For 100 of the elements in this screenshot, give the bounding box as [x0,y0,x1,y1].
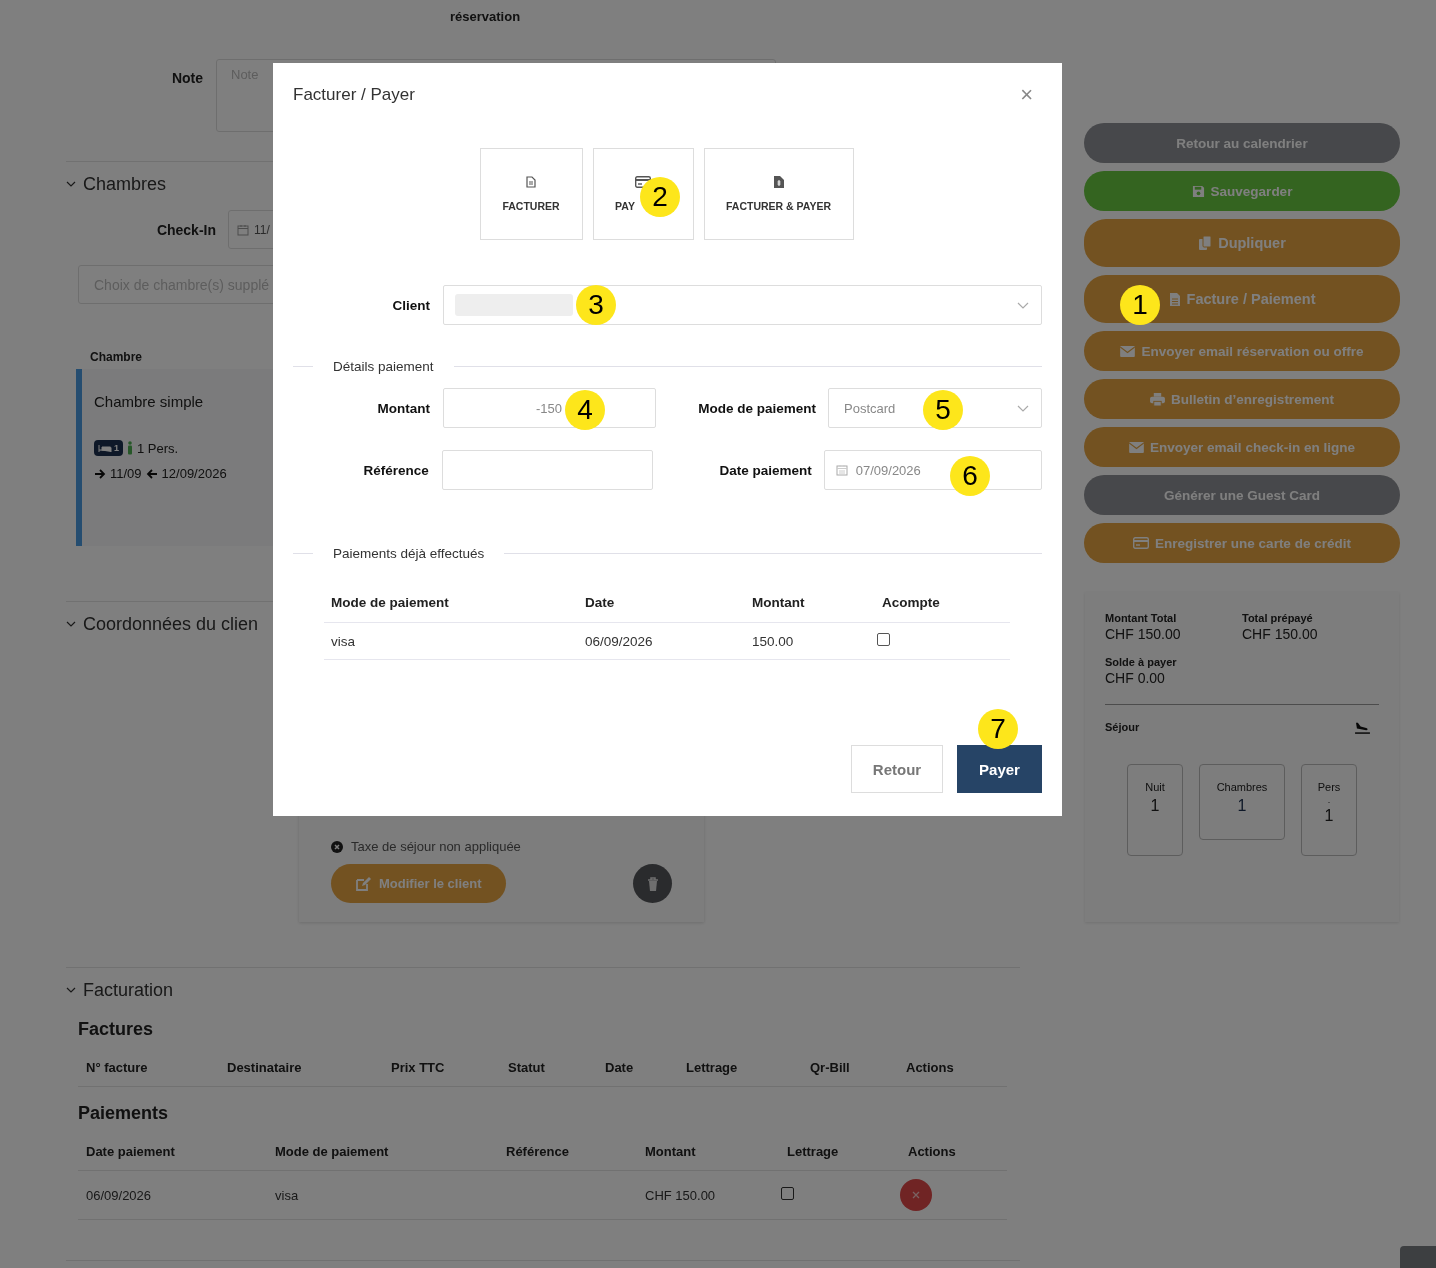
column-header: Chambre [90,350,143,364]
arrival-date: 11/09 [110,466,142,481]
room-name: Chambre simple [94,393,204,410]
stat-label: Chambres [1216,781,1268,793]
column-header: Statut [507,1059,546,1075]
edit-icon [355,875,371,892]
plane-landing-icon [1354,721,1371,734]
section-title: Chambres [83,173,167,195]
cross-circle-icon [331,840,343,853]
column-header: Mode de paiement [330,595,450,610]
mode-option[interactable]: FACTURER [479,148,583,240]
secondary-button[interactable]: Retour [851,745,943,793]
credit-card-icon [1133,537,1150,549]
column-header: Lettrage [685,1059,739,1075]
bed-badge: 1 [94,440,123,456]
stat-value: 1 [1150,797,1160,815]
summary-label: Montant Total [1105,612,1178,624]
table-cell-text: 150.00 [751,633,795,649]
checkbox[interactable] [781,1187,794,1200]
field-label: Montant [376,400,430,416]
stat-value: 1 [1324,807,1334,825]
primary-button[interactable]: Payer [957,745,1042,793]
delete-button[interactable] [900,1179,932,1211]
delete-button[interactable] [633,864,672,903]
column-header: Montant [644,1143,697,1159]
column-header: Qr-Bill [809,1059,851,1075]
column-header: Actions [905,1059,955,1075]
table-cell-text: 06/09/2026 [85,1187,153,1203]
chevron-icon [1017,404,1029,412]
column-header: Date [604,1059,635,1075]
section-title: Facturation [83,979,174,1001]
chevron-icon[interactable] [66,181,76,187]
column-header: Destinataire [226,1059,303,1075]
copy-icon [1198,235,1213,251]
field-label: Mode de paiement [697,400,816,416]
column-header: Lettrage [786,1143,840,1159]
field-label: Référence [362,462,429,478]
section-legend: Détails paiement [333,359,434,374]
chevron-icon [1017,301,1029,309]
edit-client-button[interactable]: Modifier le client [331,864,506,903]
departure-date: 12/09/2026 [161,466,227,481]
column-header: Mode de paiement [274,1143,390,1159]
envelope-icon [1120,345,1136,357]
chevron-icon[interactable] [66,621,76,627]
action-button[interactable]: Sauvegarder [1084,171,1400,211]
subsection-title: Paiements [78,1103,170,1124]
column-header: Référence [505,1143,570,1159]
calendar-icon [835,464,848,476]
summary-label: Séjour [1105,721,1140,734]
tax-note: Taxe de séjour non appliquée [351,839,521,854]
checkbox[interactable] [877,633,890,646]
close-icon [912,1191,920,1199]
summary-value: CHF 150.00 [1105,626,1182,642]
action-button[interactable]: Enregistrer une carte de crédit [1084,523,1400,563]
stat-label: Nuit [1145,781,1165,793]
column-header: Date paiement [85,1143,176,1159]
arrow-left-icon [145,467,158,480]
trash-icon [646,876,659,891]
column-header: Date [584,595,616,610]
summary-label: Total prépayé [1242,612,1314,624]
column-header: N° facture [85,1059,149,1075]
table-cell-text: 06/09/2026 [584,633,654,649]
section-label: réservation [449,9,522,26]
section-legend: Paiements déjà effectués [333,546,485,561]
reference-field[interactable] [441,450,654,490]
stat-value: 1 [1237,797,1247,815]
summary-value: CHF 0.00 [1105,670,1166,686]
column-header: Actions [907,1143,957,1159]
calendar-icon [237,223,249,236]
action-button[interactable]: Envoyer email réservation ou offre [1084,331,1400,371]
chevron-icon[interactable] [66,987,76,993]
stat-dot: . [1327,797,1331,803]
table-cell-text: visa [330,633,356,649]
column-header: Prix TTC [390,1059,446,1075]
field-label: Note [170,70,203,86]
dialog-title: Facturer / Payer [293,85,415,105]
stat-label: Pers [1317,781,1341,793]
section-title: Coordonnées du clien [83,613,259,635]
document-icon [526,176,536,188]
printer-icon [1150,392,1166,406]
invoice-icon [773,176,784,188]
persons-count: 1 Pers. [137,440,179,456]
action-button[interactable]: Envoyer email check-in en ligne [1084,427,1400,467]
table-cell-text: CHF 150.00 [644,1187,717,1203]
table-cell-text: visa [274,1187,300,1203]
mode-option[interactable]: FACTURER & PAYER [703,148,854,240]
action-button[interactable]: Dupliquer [1084,219,1400,267]
document-icon [1168,291,1181,307]
action-button[interactable]: Bulletin d’enregistrement [1084,379,1400,419]
column-header: Acompte [881,595,941,610]
close-button[interactable]: × [1020,82,1042,108]
summary-label: Solde à payer [1105,656,1178,668]
summary-value: CHF 150.00 [1242,626,1319,642]
column-header: Montant [751,595,806,610]
arrow-right-icon [94,467,106,480]
person-icon [127,441,133,455]
field-label: Check-In [155,221,216,238]
field-label: Date paiement [718,462,812,478]
subsection-title: Factures [78,1019,155,1040]
field-label: Client [391,297,430,313]
